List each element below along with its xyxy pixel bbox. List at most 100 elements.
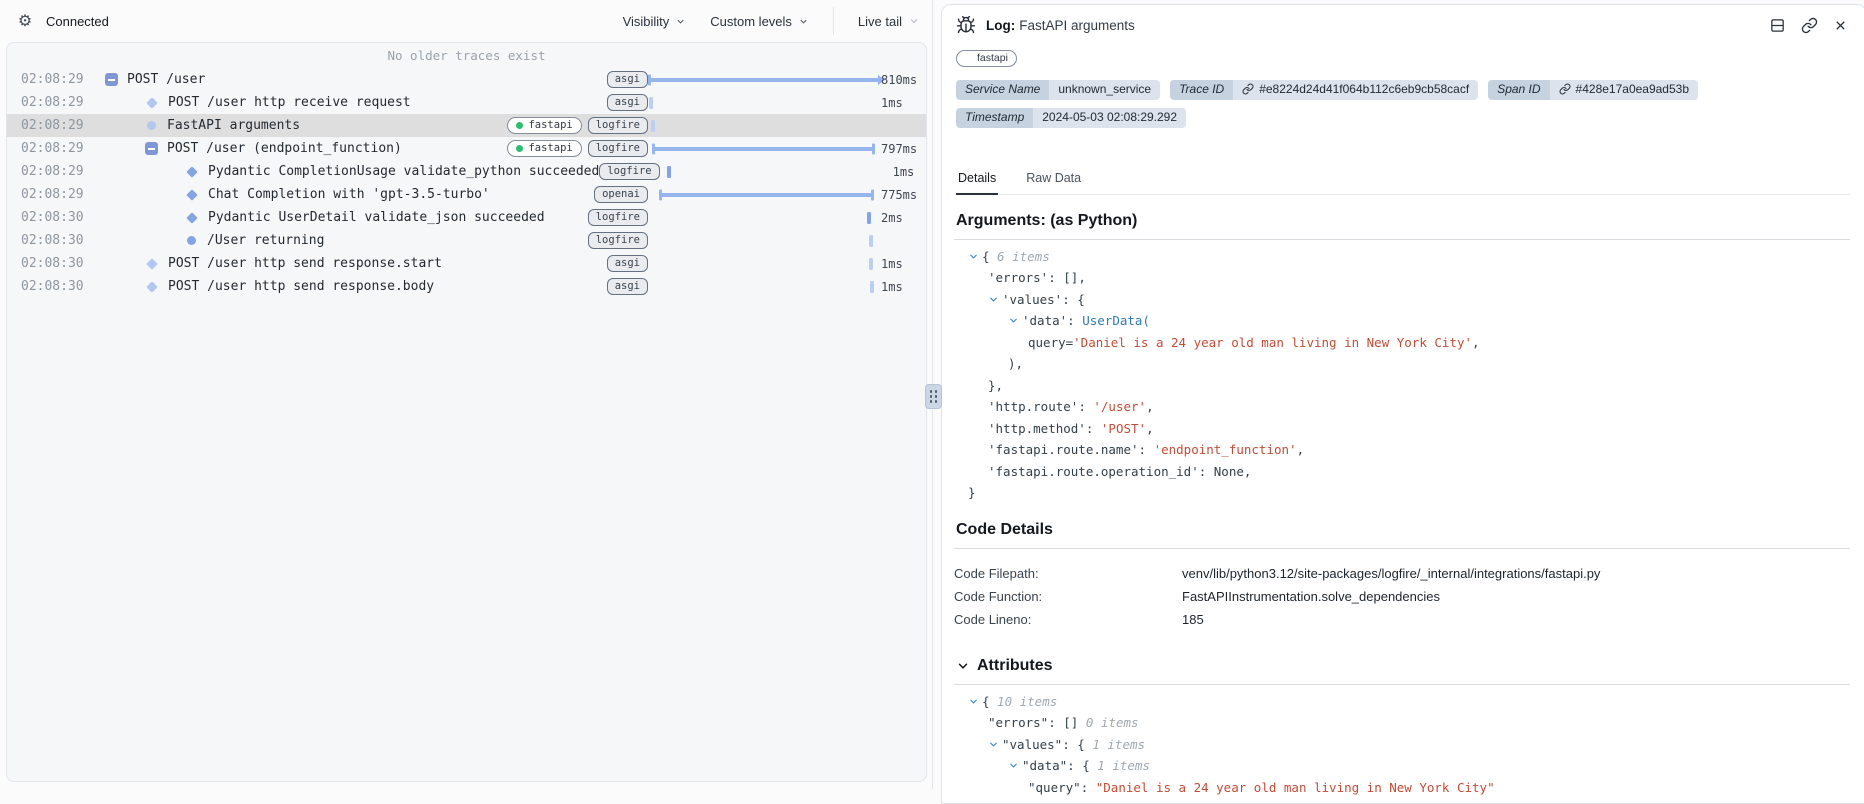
meta-badge-value[interactable]: #e8224d24d41f064b112c6eb9cb58cacf (1233, 80, 1478, 100)
tree-line: { 6 items (954, 246, 1850, 268)
live-tail-label: Live tail (858, 14, 902, 29)
log-circle-icon (145, 121, 158, 130)
custom-levels-dropdown[interactable]: Custom levels (710, 14, 809, 29)
code-detail-value: FastAPIInstrumentation.solve_dependencie… (1182, 585, 1440, 608)
scope-badge-logfire[interactable]: logfire (588, 140, 648, 157)
fastapi-tag-pill[interactable]: fastapi (507, 117, 581, 134)
collapse-icon[interactable] (105, 73, 118, 86)
fastapi-tag-pill[interactable]: fastapi (507, 140, 581, 157)
gear-icon[interactable]: ⚙ (12, 8, 38, 34)
collapse-chevron-icon[interactable] (956, 659, 970, 673)
token-key: 'fastapi.route.operation_id' (988, 461, 1199, 483)
scope-badge-asgi[interactable]: asgi (607, 278, 648, 295)
minus-box-icon (145, 142, 158, 155)
token-pun: : (1086, 418, 1101, 440)
green-dot-icon (965, 54, 972, 61)
bar-start-cap (652, 143, 655, 154)
token-pun: : (1062, 734, 1077, 756)
chevron-down-icon (908, 15, 920, 27)
live-tail-dropdown[interactable]: Live tail (858, 14, 920, 29)
trace-row[interactable]: 02:08:29Chat Completion with 'gpt-3.5-tu… (7, 183, 926, 206)
code-detail-label: Code Filepath: (954, 562, 1182, 585)
tab-raw-data[interactable]: Raw Data (1024, 166, 1083, 194)
duration-bar-zone: 1ms (648, 275, 926, 298)
expand-chevron-icon[interactable] (988, 294, 1002, 305)
trace-row-message: Pydantic CompletionUsage validate_python… (208, 164, 599, 179)
fastapi-tag-pill[interactable]: fastapi (956, 50, 1017, 67)
code-detail-label: Code Function: (954, 585, 1182, 608)
trace-row-message: POST /user (endpoint_function) (167, 141, 402, 156)
meta-badge-service-name: Service Nameunknown_service (956, 80, 1160, 100)
token-key: "values" (1002, 734, 1062, 756)
scope-badge-asgi[interactable]: asgi (607, 71, 648, 88)
span-diamond-icon (145, 99, 159, 107)
copy-link-icon[interactable] (1801, 17, 1818, 34)
token-pun: None, (1214, 461, 1252, 483)
expand-chevron-icon[interactable] (1008, 760, 1022, 771)
trace-toolbar: ⚙ Connected Visibility Custom levels Liv… (0, 0, 932, 42)
trace-row-timestamp: 02:08:29 (21, 72, 105, 87)
section-divider (954, 684, 1850, 685)
tree-line: "errors": [] 0 items (954, 712, 1850, 734)
expand-chevron-icon[interactable] (988, 739, 1002, 750)
meta-badge-trace-id: Trace ID#e8224d24d41f064b112c6eb9cb58cac… (1170, 80, 1478, 100)
meta-badge-label: Trace ID (1170, 80, 1233, 100)
scope-badge-logfire[interactable]: logfire (599, 163, 659, 180)
trace-row[interactable]: 02:08:29 Pydantic CompletionUsage validat… (7, 160, 926, 183)
trace-row-badges: openai (594, 186, 648, 203)
collapse-icon[interactable] (145, 142, 158, 155)
token-key: "query" (1028, 777, 1081, 799)
trace-row[interactable]: 02:08:29POST /userasgi810ms (7, 68, 926, 91)
trace-row-badges: logfire (599, 163, 659, 180)
token-pun: [], (1063, 267, 1086, 289)
trace-row[interactable]: 02:08:30Pydantic UserDetail validate_jso… (7, 206, 926, 229)
token-pun: : (1062, 289, 1077, 311)
trace-row[interactable]: 02:08:30POST /user http send response.st… (7, 252, 926, 275)
log-circle-icon (185, 236, 198, 245)
token-cls: UserData( (1082, 310, 1150, 332)
scope-badge-logfire[interactable]: logfire (588, 209, 648, 226)
tree-line: "data": { 1 items (954, 755, 1850, 777)
trace-row-badges: fastapi logfire (507, 117, 648, 134)
token-str: "Daniel is a 24 year old man living in N… (1096, 777, 1495, 799)
toolbar-divider (833, 7, 834, 35)
code-details-table: Code Filepath:venv/lib/python3.12/site-p… (954, 562, 1850, 631)
close-icon[interactable] (1833, 18, 1848, 33)
trace-row-timestamp: 02:08:30 (21, 279, 105, 294)
timestamp-badge: Timestamp 2024-05-03 02:08:29.292 (956, 108, 1186, 128)
trace-row-timestamp: 02:08:29 (21, 164, 105, 179)
trace-row[interactable]: 02:08:29POST /user http receive requesta… (7, 91, 926, 114)
trace-row[interactable]: 02:08:29FastAPI argumentsfastapilogfire (7, 114, 926, 137)
split-view-icon[interactable] (1769, 17, 1786, 34)
attributes-json-tree: { 10 items"errors": [] 0 items"values": … (954, 691, 1850, 804)
token-key: 'http.route' (988, 396, 1078, 418)
link-icon (1559, 83, 1571, 95)
panel-resize-handle[interactable] (925, 384, 942, 409)
duration-bar-zone: 2ms (648, 206, 926, 229)
token-pun: , (1146, 418, 1154, 440)
scope-badge-logfire[interactable]: logfire (588, 232, 648, 249)
expand-chevron-icon[interactable] (968, 696, 982, 707)
trace-row[interactable]: 02:08:30POST /user http send response.bo… (7, 275, 926, 298)
tree-line: 'fastapi.route.name': 'endpoint_function… (954, 439, 1850, 461)
scope-badge-openai[interactable]: openai (594, 186, 648, 203)
bar-start-cap (648, 74, 651, 85)
token-pun: { (1077, 734, 1085, 756)
section-divider (954, 239, 1850, 240)
span-diamond-icon (185, 214, 199, 222)
scope-badge-asgi[interactable]: asgi (607, 255, 648, 272)
duration-bar-zone: 775ms (648, 183, 926, 206)
expand-chevron-icon[interactable] (968, 251, 982, 262)
meta-badge-value[interactable]: #428e17a0ea9ad53b (1550, 80, 1698, 100)
trace-row-message: FastAPI arguments (167, 118, 300, 133)
tab-details[interactable]: Details (956, 166, 998, 195)
trace-row-badges: logfire (588, 209, 648, 226)
duration-tick (869, 235, 873, 247)
trace-row[interactable]: 02:08:30/User returninglogfire (7, 229, 926, 252)
scope-badge-asgi[interactable]: asgi (607, 94, 648, 111)
scope-badge-logfire[interactable]: logfire (588, 117, 648, 134)
expand-chevron-icon[interactable] (1008, 315, 1022, 326)
trace-row[interactable]: 02:08:29POST /user (endpoint_function)fa… (7, 137, 926, 160)
tree-line: 'http.route': '/user', (954, 396, 1850, 418)
visibility-dropdown[interactable]: Visibility (623, 14, 687, 29)
